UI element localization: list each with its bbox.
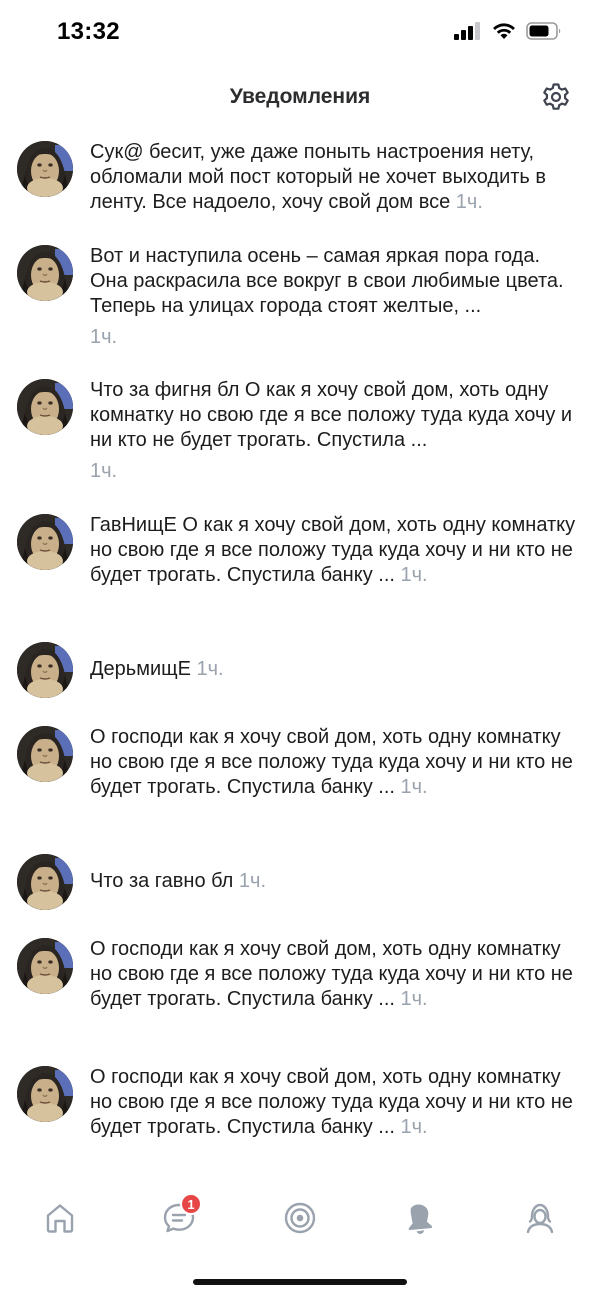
avatar-image <box>17 514 73 570</box>
notification-time: 1ч. <box>238 870 267 892</box>
notification-list: Сук@ бесит, уже даже поныть настроения н… <box>0 136 600 1173</box>
settings-button[interactable] <box>538 79 574 115</box>
bell-icon <box>408 1204 433 1234</box>
notification-item[interactable]: ГавНищЕ О как я хочу свой дом, хоть одну… <box>0 509 600 637</box>
notification-message: Что за фигня бл О как я хочу свой дом, х… <box>90 379 573 451</box>
notification-item[interactable]: Вот и наступила осень – самая яркая пора… <box>0 240 600 374</box>
avatar <box>17 379 73 435</box>
profile-icon <box>526 1203 554 1234</box>
avatar <box>17 938 73 994</box>
notification-time: 1ч. <box>196 658 224 680</box>
avatar-image <box>17 141 73 197</box>
notification-time: 1ч. <box>400 564 428 586</box>
notification-message: ГавНищЕ О как я хочу свой дом, хоть одну… <box>90 514 576 586</box>
status-time: 13:32 <box>57 18 120 45</box>
notification-text: ДерьмищЕ 1ч. <box>90 657 580 682</box>
avatar-image <box>17 726 73 782</box>
notification-time: 1ч. <box>400 776 428 798</box>
notification-message: О господи как я хочу свой дом, хоть одну… <box>90 938 573 1010</box>
notification-message: О господи как я хочу свой дом, хоть одну… <box>90 1066 573 1138</box>
notification-time: 1ч. <box>90 460 118 482</box>
notification-text: ГавНищЕ О как я хочу свой дом, хоть одну… <box>90 513 580 588</box>
avatar-image <box>17 938 73 994</box>
notification-text: Что за фигня бл О как я хочу свой дом, х… <box>90 378 580 484</box>
notification-text: О господи как я хочу свой дом, хоть одну… <box>90 725 580 800</box>
home-indicator[interactable] <box>193 1279 407 1285</box>
notification-time: 1ч. <box>455 191 483 213</box>
notification-item[interactable]: О господи как я хочу свой дом, хоть одну… <box>0 721 600 849</box>
avatar <box>17 854 73 910</box>
avatar-image <box>17 245 73 301</box>
avatar-image <box>17 379 73 435</box>
tab-home[interactable] <box>36 1194 84 1242</box>
notification-item[interactable]: ДерьмищЕ 1ч. <box>0 637 600 721</box>
notification-message: О господи как я хочу свой дом, хоть одну… <box>90 726 573 798</box>
notification-text: О господи как я хочу свой дом, хоть одну… <box>90 937 580 1012</box>
notification-message: Вот и наступила осень – самая яркая пора… <box>90 245 564 317</box>
avatar-image <box>17 642 73 698</box>
battery-icon <box>526 22 561 40</box>
notification-item[interactable]: О господи как я хочу свой дом, хоть одну… <box>0 1061 600 1173</box>
avatar-image <box>17 854 73 910</box>
notification-item[interactable]: Что за гавно бл 1ч. <box>0 849 600 933</box>
avatar <box>17 726 73 782</box>
notification-time: 1ч. <box>400 988 428 1010</box>
avatar <box>17 141 73 197</box>
tab-discover[interactable] <box>276 1194 324 1242</box>
notification-text: Вот и наступила осень – самая яркая пора… <box>90 244 580 350</box>
home-icon <box>46 1204 74 1233</box>
notification-message: ДерьмищЕ <box>90 658 191 680</box>
notification-item[interactable]: О господи как я хочу свой дом, хоть одну… <box>0 933 600 1061</box>
unread-badge: 1 <box>180 1193 202 1215</box>
notification-item[interactable]: Что за фигня бл О как я хочу свой дом, х… <box>0 374 600 509</box>
header: Уведомления <box>0 72 600 124</box>
notification-text: Сук@ бесит, уже даже поныть настроения н… <box>90 140 580 215</box>
status-icons <box>454 22 562 40</box>
notification-time: 1ч. <box>90 326 118 348</box>
notification-time: 1ч. <box>400 1116 428 1138</box>
avatar-image <box>17 1066 73 1122</box>
gear-icon <box>543 83 569 110</box>
notification-message: Что за гавно бл <box>90 870 234 892</box>
tab-profile[interactable] <box>516 1194 564 1242</box>
avatar <box>17 1066 73 1122</box>
notification-text: Что за гавно бл 1ч. <box>90 869 580 894</box>
notification-item[interactable]: Сук@ бесит, уже даже поныть настроения н… <box>0 136 600 240</box>
wifi-icon <box>493 23 515 39</box>
avatar <box>17 642 73 698</box>
tab-notifications[interactable] <box>396 1194 444 1242</box>
signal-icon <box>454 22 480 40</box>
tab-messages[interactable]: 1 <box>155 1193 203 1242</box>
avatar <box>17 514 73 570</box>
page-title: Уведомления <box>229 85 371 108</box>
discover-icon <box>284 1202 316 1234</box>
status-bar: 13:32 <box>0 0 600 66</box>
tab-bar: 1 <box>0 1186 600 1250</box>
avatar <box>17 245 73 301</box>
notification-text: О господи как я хочу свой дом, хоть одну… <box>90 1065 580 1140</box>
